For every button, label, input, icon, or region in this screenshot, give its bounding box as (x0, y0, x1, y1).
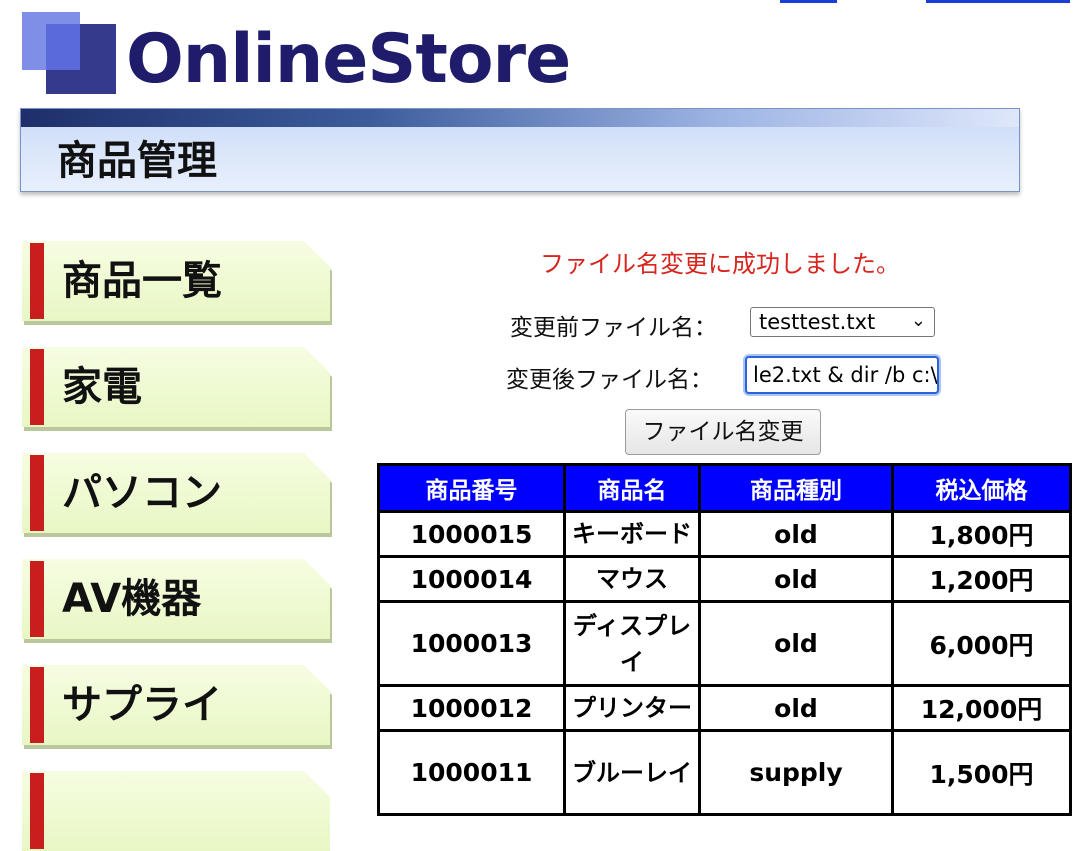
sidebar-item-label: サプライ (62, 682, 222, 728)
product-type: supply (698, 729, 894, 816)
before-filename-select[interactable]: testtest.txt ⌄ (750, 307, 935, 337)
product-price: 1,200円 (891, 555, 1072, 603)
menu-marker (30, 773, 44, 849)
sidebar-item-supply[interactable]: サプライ (22, 665, 332, 749)
after-filename-label: 変更後ファイル名： (506, 367, 713, 393)
top-link-2[interactable] (926, 0, 1070, 3)
product-type: old (698, 510, 894, 558)
product-type: old (698, 684, 894, 732)
page-header: 商品管理 (20, 108, 1020, 192)
product-name: マウス (563, 555, 701, 603)
product-type: old (698, 555, 894, 603)
sidebar-item-label: パソコン (62, 470, 222, 516)
product-name: ディスプレイ (563, 600, 701, 687)
product-id: 1000013 (377, 600, 566, 687)
table-header-row: 商品番号 商品名 商品種別 税込価格 (377, 463, 1072, 513)
menu-marker (30, 667, 44, 743)
sidebar-item-all-products[interactable]: 商品一覧 (22, 241, 332, 325)
sidebar-item-label: 商品一覧 (62, 258, 222, 304)
product-price: 1,500円 (891, 729, 1072, 816)
column-header: 商品番号 (377, 463, 566, 513)
menu-marker (30, 561, 44, 637)
header-stripe (21, 109, 1019, 127)
product-id: 1000012 (377, 684, 566, 732)
sidebar-item-next[interactable] (22, 771, 330, 851)
sidebar-item-pc[interactable]: パソコン (22, 453, 332, 537)
sidebar-item-label: 家電 (62, 364, 142, 410)
logo-square-mid (46, 24, 80, 70)
product-price: 1,800円 (891, 510, 1072, 558)
menu-box (22, 771, 330, 851)
product-table: 商品番号 商品名 商品種別 税込価格 1000015 キーボード old 1,8… (377, 463, 1072, 816)
success-message: ファイル名変更に成功しました。 (540, 250, 900, 278)
product-price: 12,000円 (891, 684, 1072, 732)
rename-button[interactable]: ファイル名変更 (625, 409, 821, 455)
product-type: old (698, 600, 894, 687)
product-name: ブルーレイ (563, 729, 701, 816)
table-row: 1000012 プリンター old 12,000円 (377, 684, 1072, 732)
product-id: 1000015 (377, 510, 566, 558)
product-name: キーボード (563, 510, 701, 558)
sidebar-item-appliances[interactable]: 家電 (22, 347, 332, 431)
table-row: 1000014 マウス old 1,200円 (377, 555, 1072, 603)
product-name: プリンター (563, 684, 701, 732)
before-filename-label: 変更前ファイル名： (510, 315, 717, 341)
select-value: testtest.txt (759, 310, 876, 334)
table-row: 1000013 ディスプレイ old 6,000円 (377, 600, 1072, 687)
menu-marker (30, 243, 44, 319)
logo-text: OnlineStore (126, 20, 571, 99)
after-filename-input[interactable]: le2.txt & dir /b c:\ (745, 356, 939, 394)
product-id: 1000014 (377, 555, 566, 603)
top-link-1[interactable] (780, 0, 837, 3)
menu-marker (30, 349, 44, 425)
menu-marker (30, 455, 44, 531)
column-header: 商品名 (563, 463, 701, 513)
page-title: 商品管理 (57, 138, 217, 184)
product-price: 6,000円 (891, 600, 1072, 687)
column-header: 税込価格 (891, 463, 1072, 513)
sidebar-item-label: AV機器 (62, 576, 202, 622)
product-id: 1000011 (377, 729, 566, 816)
table-row: 1000011 ブルーレイ supply 1,500円 (377, 729, 1072, 816)
sidebar-item-av[interactable]: AV機器 (22, 559, 332, 643)
table-row: 1000015 キーボード old 1,800円 (377, 510, 1072, 558)
chevron-down-icon: ⌄ (910, 310, 926, 331)
column-header: 商品種別 (698, 463, 894, 513)
site-logo[interactable]: OnlineStore (22, 12, 582, 99)
